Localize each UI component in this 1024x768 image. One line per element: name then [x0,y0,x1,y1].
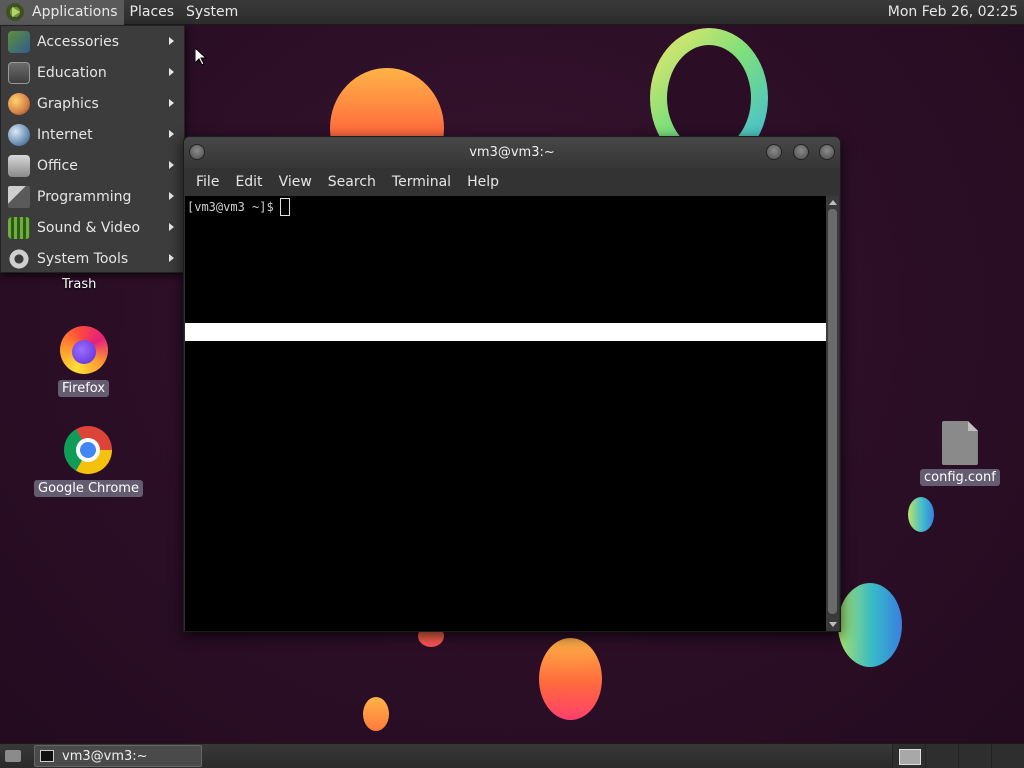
terminal-scrollbar[interactable] [826,196,839,631]
submenu-arrow-icon [169,68,174,76]
applications-dropdown: Accessories Education Graphics Internet … [0,25,185,273]
clock[interactable]: Mon Feb 26, 02:25 [888,4,1024,20]
scroll-down-arrow-icon[interactable] [829,622,837,627]
workspace-4[interactable] [991,743,1024,768]
terminal-menu-edit[interactable]: Edit [227,174,270,190]
desktop-icon-label: Trash [62,277,97,292]
desktop-icon-config-conf[interactable]: config.conf [920,421,1000,486]
programming-icon [8,185,30,208]
file-icon [942,421,978,465]
menu-item-label: Office [37,157,78,174]
terminal-output-area[interactable]: [vm3@vm3 ~]$ [185,196,827,631]
terminal-prompt: [vm3@vm3 ~]$ [187,198,290,216]
terminal-menu-help[interactable]: Help [459,174,507,190]
menu-item-office[interactable]: Office [1,150,184,181]
submenu-arrow-icon [169,192,174,200]
menu-item-label: Education [37,64,107,81]
menu-item-internet[interactable]: Internet [1,119,184,150]
desktop-icon-google-chrome[interactable]: Google Chrome [34,426,143,497]
menu-item-label: System Tools [37,250,129,267]
taskbar-item-terminal[interactable]: vm3@vm3:~ [34,745,202,767]
menu-item-label: Accessories [37,33,120,50]
terminal-selection-band [185,323,826,341]
workspace-1[interactable] [892,743,925,768]
minimize-button[interactable] [766,144,782,160]
show-desktop-icon[interactable] [2,746,24,766]
menu-item-label: Programming [37,188,132,205]
close-button[interactable] [819,144,835,160]
chrome-icon [64,426,113,474]
scrollbar-thumb[interactable] [828,209,837,614]
menu-item-label: Sound & Video [37,219,141,236]
taskbar-item-label: vm3@vm3:~ [62,748,148,764]
desktop-icon-label: Google Chrome [34,480,143,497]
system-menu-label: System [186,4,239,20]
wallpaper-orange-bubble [363,697,389,731]
places-menu[interactable]: Places [124,0,181,25]
desktop-icon-label: Firefox [58,380,110,397]
system-tools-icon [8,247,30,270]
sound-video-icon [8,216,30,239]
menu-item-system-tools[interactable]: System Tools [1,243,184,274]
submenu-arrow-icon [169,130,174,138]
scroll-up-arrow-icon[interactable] [829,200,837,205]
terminal-menubar: File Edit View Search Terminal Help [184,168,840,196]
menu-item-graphics[interactable]: Graphics [1,88,184,119]
applications-menu-label: Applications [32,4,118,20]
workspace-3[interactable] [958,743,991,768]
wallpaper-blue-bubble [908,497,934,532]
menu-item-accessories[interactable]: Accessories [1,26,184,57]
terminal-titlebar[interactable]: vm3@vm3:~ [184,137,840,168]
menu-item-label: Graphics [37,95,99,112]
office-icon [8,154,30,177]
accessories-icon [8,30,30,53]
terminal-icon [40,750,54,762]
workspace-switcher [892,743,1024,768]
desktop-icon-trash[interactable]: Trash [58,276,100,293]
system-menu[interactable]: System [180,0,244,25]
menu-item-programming[interactable]: Programming [1,181,184,212]
terminal-menu-file[interactable]: File [188,174,227,190]
wallpaper-blue-bubble [838,583,902,667]
terminal-prompt-text: [vm3@vm3 ~]$ [187,200,274,214]
desktop-icon-firefox[interactable]: Firefox [58,326,110,397]
desktop-icon-label: config.conf [920,469,1000,486]
terminal-menu-terminal[interactable]: Terminal [384,174,459,190]
terminal-title: vm3@vm3:~ [469,145,555,160]
internet-icon [8,123,30,146]
maximize-button[interactable] [793,144,809,160]
window-menu-button[interactable] [189,144,205,160]
top-panel: Applications Places System Mon Feb 26, 0… [0,0,1024,25]
terminal-menu-search[interactable]: Search [320,174,384,190]
wallpaper-orange-bubble [539,638,602,720]
terminal-menu-view[interactable]: View [271,174,320,190]
terminal-window[interactable]: vm3@vm3:~ File Edit View Search Terminal… [183,136,841,632]
submenu-arrow-icon [169,223,174,231]
menu-item-education[interactable]: Education [1,57,184,88]
mate-logo-icon [6,3,24,21]
education-icon [8,61,30,84]
submenu-arrow-icon [169,99,174,107]
firefox-icon [59,326,108,374]
places-menu-label: Places [129,4,175,20]
submenu-arrow-icon [169,254,174,262]
submenu-arrow-icon [169,37,174,45]
applications-menu[interactable]: Applications [0,0,124,25]
menu-item-sound-video[interactable]: Sound & Video [1,212,184,243]
graphics-icon [8,92,30,115]
workspace-2[interactable] [925,743,958,768]
terminal-cursor [279,198,290,216]
submenu-arrow-icon [169,161,174,169]
menu-item-label: Internet [37,126,93,143]
bottom-panel: vm3@vm3:~ [0,743,1024,768]
